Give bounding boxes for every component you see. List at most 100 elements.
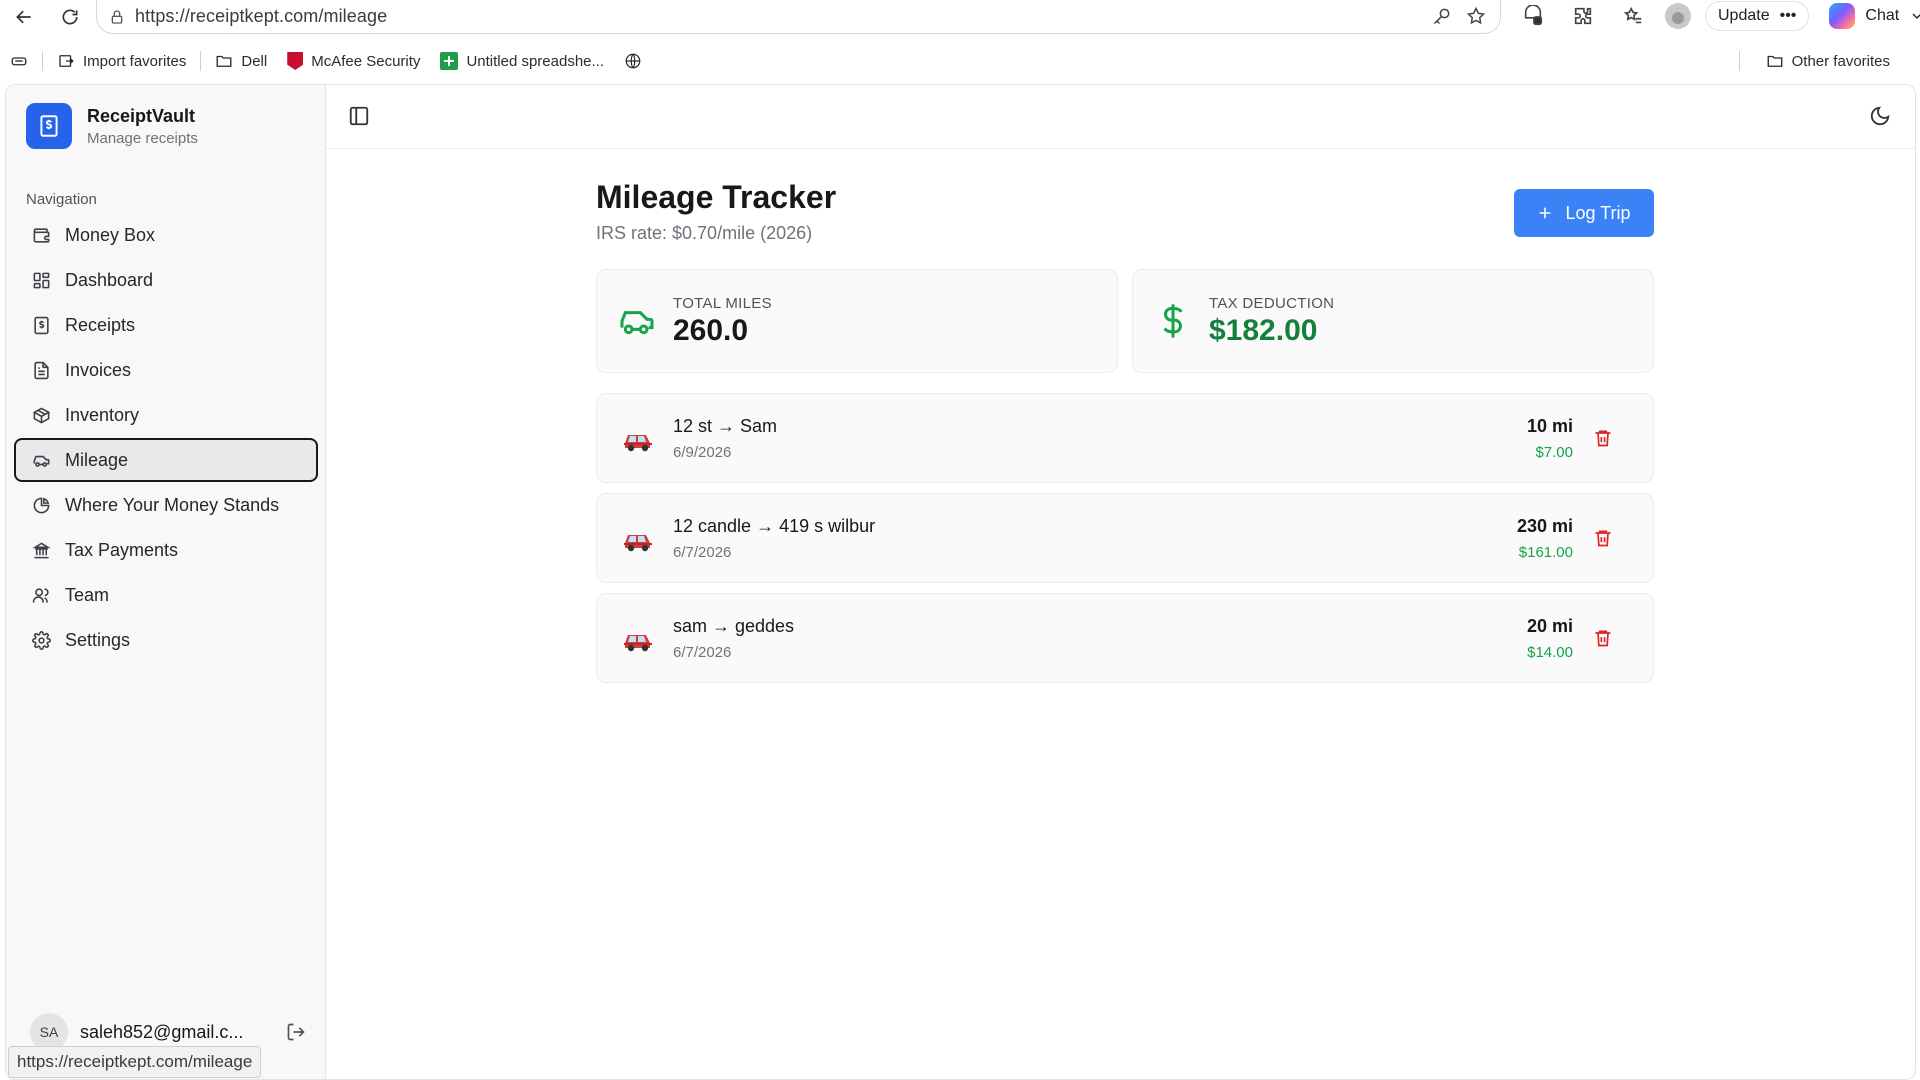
users-icon: [32, 587, 49, 603]
favorite-label: Dell: [241, 52, 268, 70]
red-car-icon: [624, 535, 652, 552]
trip-miles: 10 mi: [1526, 416, 1573, 436]
receipt-icon: [34, 316, 49, 334]
trip-row[interactable]: 12 st → Sam 6/9/2026 10 mi $7.00: [596, 393, 1654, 483]
dashboard-icon: [33, 272, 50, 288]
trip-route: sam → geddes: [673, 616, 795, 636]
plus-icon: [1540, 207, 1551, 219]
other-favorites-label: Other favorites: [1791, 52, 1890, 70]
sidebar-item-label: Tax Payments: [65, 539, 179, 560]
pie-chart-icon: [33, 497, 50, 513]
total-miles-label: TOTAL MILES: [673, 294, 772, 312]
page-title: Mileage Tracker: [596, 179, 837, 215]
trip-amount: $7.00: [1535, 444, 1573, 461]
car-icon: [620, 311, 654, 335]
page-subtitle: IRS rate: $0.70/mile (2026): [596, 223, 813, 243]
sidebar-item-settings[interactable]: Settings: [14, 618, 318, 662]
trip-amount: $161.00: [1518, 544, 1573, 561]
folder-icon: [216, 55, 232, 67]
trip-route: 12 candle → 419 s wilbur: [673, 516, 876, 536]
sidebar-item-label: Where Your Money Stands: [65, 494, 280, 515]
sidebar-item-tax-payments[interactable]: Tax Payments: [14, 528, 318, 572]
trip-route: 12 st → Sam: [673, 416, 778, 436]
favorite-import[interactable]: Import favorites: [47, 47, 196, 75]
key-icon[interactable]: [1432, 6, 1452, 26]
nav-section-title: Navigation: [26, 191, 97, 208]
chat-label: Chat: [1865, 7, 1900, 24]
copilot-chat-button[interactable]: Chat: [1823, 1, 1920, 31]
other-favorites[interactable]: Other favorites: [1756, 47, 1900, 75]
lock-icon: [111, 9, 123, 24]
favorite-label: Untitled spreadshe...: [466, 52, 605, 70]
sidebar-item-team[interactable]: Team: [14, 573, 318, 617]
sidebar-item-invoices[interactable]: Invoices: [14, 348, 318, 392]
sidebar-nav: Money Box Dashboard Receipts Invoices In…: [14, 213, 318, 663]
globe-icon: [625, 53, 641, 69]
sidebar-item-mileage[interactable]: Mileage: [14, 438, 318, 482]
dollar-icon: [1163, 304, 1183, 338]
sidebar-item-label: Team: [65, 584, 110, 605]
trip-row[interactable]: 12 candle → 419 s wilbur 6/7/2026 230 mi…: [596, 493, 1654, 583]
sidebar-toggle-icon[interactable]: [348, 105, 370, 127]
log-trip-button[interactable]: Log Trip: [1514, 189, 1654, 237]
gear-icon: [32, 630, 51, 650]
trip-date: 6/7/2026: [673, 644, 732, 661]
favorite-mcafee[interactable]: McAfee Security: [277, 47, 430, 75]
favorite-dell[interactable]: Dell: [205, 47, 277, 75]
refresh-icon[interactable]: [52, 2, 88, 32]
update-button[interactable]: Update •••: [1705, 1, 1810, 31]
profile-avatar[interactable]: [1665, 3, 1691, 29]
car-icon: [33, 455, 50, 467]
sidebar: ReceiptVault Manage receipts Navigation …: [6, 85, 326, 1079]
main-content: Mileage Tracker IRS rate: $0.70/mile (20…: [326, 149, 1915, 1079]
spreadsheet-icon: [440, 52, 459, 70]
sidebar-item-money-box[interactable]: Money Box: [14, 213, 318, 257]
favorite-label: McAfee Security: [311, 52, 421, 70]
trash-icon[interactable]: [1593, 428, 1613, 448]
back-icon[interactable]: [6, 2, 42, 32]
mcafee-icon: [287, 52, 304, 70]
trip-miles: 20 mi: [1526, 616, 1573, 636]
tracking-prevention-icon[interactable]: [1515, 1, 1551, 31]
update-label: Update: [1718, 7, 1770, 24]
sidebar-item-dashboard[interactable]: Dashboard: [14, 258, 318, 302]
chevron-down-icon[interactable]: [1909, 8, 1920, 24]
trip-date: 6/9/2026: [673, 444, 732, 461]
sidebar-item-label: Mileage: [65, 449, 129, 470]
sidebar-item-label: Money Box: [65, 224, 156, 245]
more-icon[interactable]: •••: [1780, 7, 1797, 25]
favorite-label: Import favorites: [83, 52, 187, 70]
address-bar[interactable]: https://receiptkept.com/mileage: [96, 0, 1501, 34]
brand[interactable]: ReceiptVault Manage receipts: [26, 103, 198, 149]
sidebar-item-label: Inventory: [65, 404, 140, 425]
brand-name: ReceiptVault: [87, 105, 196, 126]
trip-date: 6/7/2026: [673, 544, 732, 561]
favorites-star-icon[interactable]: [1615, 1, 1651, 31]
status-bar-url: https://receiptkept.com/mileage: [8, 1046, 262, 1078]
user-email: saleh852@gmail.c...: [80, 1021, 244, 1042]
moon-icon[interactable]: [1869, 105, 1891, 127]
browser-toolbar: https://receiptkept.com/mileage Update •…: [0, 0, 1920, 36]
star-icon[interactable]: [1466, 6, 1486, 26]
extensions-icon[interactable]: [1565, 1, 1601, 31]
tab-actions-icon[interactable]: [0, 47, 38, 75]
sidebar-item-label: Receipts: [65, 314, 136, 335]
app-topbar: [326, 85, 1915, 149]
trip-row[interactable]: sam → geddes 6/7/2026 20 mi $14.00: [596, 593, 1654, 683]
sidebar-item-receipts[interactable]: Receipts: [14, 303, 318, 347]
favorite-spreadsheet[interactable]: Untitled spreadshe...: [430, 47, 614, 75]
url-text: https://receiptkept.com/mileage: [135, 6, 388, 26]
divider: [42, 51, 43, 71]
total-miles-card: TOTAL MILES 260.0: [596, 269, 1118, 373]
log-trip-label: Log Trip: [1565, 202, 1631, 223]
trash-icon[interactable]: [1593, 628, 1613, 648]
sidebar-item-inventory[interactable]: Inventory: [14, 393, 318, 437]
invoice-icon: [34, 361, 49, 379]
favorite-globe[interactable]: [614, 47, 652, 75]
logout-icon[interactable]: [286, 1022, 306, 1042]
trash-icon[interactable]: [1593, 528, 1613, 548]
sidebar-item-money-stands[interactable]: Where Your Money Stands: [14, 483, 318, 527]
trip-miles: 230 mi: [1516, 516, 1573, 536]
copilot-icon: [1829, 3, 1856, 29]
sidebar-item-label: Invoices: [65, 359, 132, 380]
